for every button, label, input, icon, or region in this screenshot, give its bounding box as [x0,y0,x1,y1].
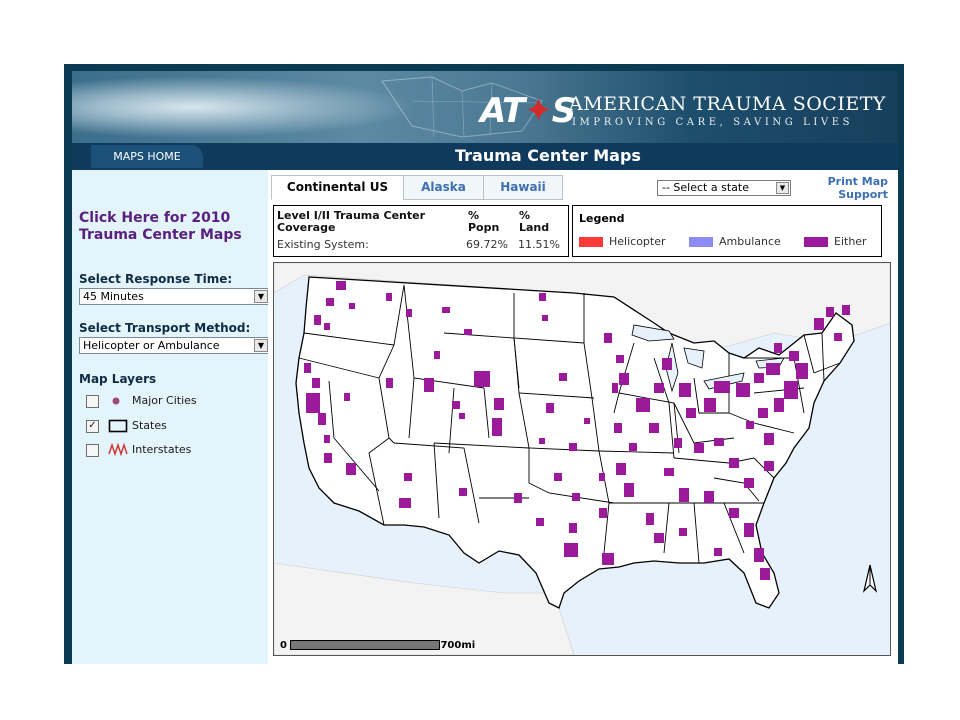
layer-label: States [132,419,167,432]
scale-end: 700mi [440,640,476,651]
legend-swatch [804,237,828,247]
legend-swatch [579,237,603,247]
main-panel: Continental US Alaska Hawaii -- Select a… [268,170,898,664]
header-banner: AT✦S AMERICAN TRAUMA SOCIETY IMPROVING C… [72,71,898,143]
app-frame: AT✦S AMERICAN TRAUMA SOCIETY IMPROVING C… [64,64,904,664]
map-layers-label: Map Layers [79,372,157,386]
layer-label: Interstates [132,443,192,456]
major-cities-checkbox[interactable] [86,395,99,408]
interstates-checkbox[interactable] [86,444,99,457]
transport-method-label: Select Transport Method: [79,321,251,335]
north-arrow-icon [862,564,878,593]
popn-value: 69.72% [466,238,508,251]
chevron-down-icon[interactable]: ▼ [776,182,789,194]
state-outline-icon [108,419,128,433]
state-select[interactable]: -- Select a state ▼ [657,180,791,196]
maps-home-button[interactable]: MAPS HOME [91,145,203,168]
chevron-down-icon[interactable]: ▼ [254,290,268,303]
coverage-box: Level I/II Trauma Center Coverage % Popn… [273,205,569,257]
legend-label: Helicopter [609,235,666,248]
legend-box: Legend Helicopter Ambulance Either [572,205,882,257]
state-select-value: -- Select a state [662,181,749,194]
legend-label: Ambulance [719,235,781,248]
support-link[interactable]: Support [838,188,888,201]
legend-label: Either [834,235,867,248]
us-map-canvas[interactable] [274,263,890,655]
response-time-value: 45 Minutes [83,290,144,303]
scale-start: 0 [280,640,287,651]
scale-bar-graphic [290,640,441,650]
tab-hawaii[interactable]: Hawaii [483,175,563,200]
interstate-icon [108,442,128,457]
land-value: 11.51% [518,238,560,251]
page-title: Trauma Center Maps [455,146,641,165]
existing-system-label: Existing System: [277,238,369,251]
popn-header: % Popn [468,209,500,234]
print-map-link[interactable]: Print Map [828,175,888,188]
tab-alaska[interactable]: Alaska [403,175,484,200]
states-checkbox[interactable]: ✓ [86,420,99,433]
coverage-heading: Level I/II Trauma Center Coverage [277,209,426,234]
land-header: % Land [519,209,550,234]
response-time-label: Select Response Time: [79,272,233,286]
scale-bar: 0 700mi [280,640,475,651]
org-tagline: IMPROVING CARE, SAVING LIVES [572,117,854,128]
us-map[interactable]: 0 700mi [273,262,891,656]
chevron-down-icon[interactable]: ▼ [254,339,268,352]
sidebar: Click Here for 2010 Trauma Center Maps S… [72,170,270,664]
link-2010-maps[interactable]: Click Here for 2010 Trauma Center Maps [79,210,269,244]
org-name: AMERICAN TRAUMA SOCIETY [569,93,886,115]
title-bar: MAPS HOME Trauma Center Maps [72,143,898,170]
layer-label: Major Cities [132,394,197,407]
transport-method-select[interactable]: Helicopter or Ambulance ▼ [79,337,270,354]
ats-logo: AT✦S [480,91,576,131]
legend-swatch [689,237,713,247]
response-time-select[interactable]: 45 Minutes ▼ [79,288,270,305]
legend-title: Legend [579,212,625,225]
city-dot-icon [112,397,120,405]
transport-method-value: Helicopter or Ambulance [83,339,220,352]
tab-continental-us[interactable]: Continental US [271,175,404,200]
